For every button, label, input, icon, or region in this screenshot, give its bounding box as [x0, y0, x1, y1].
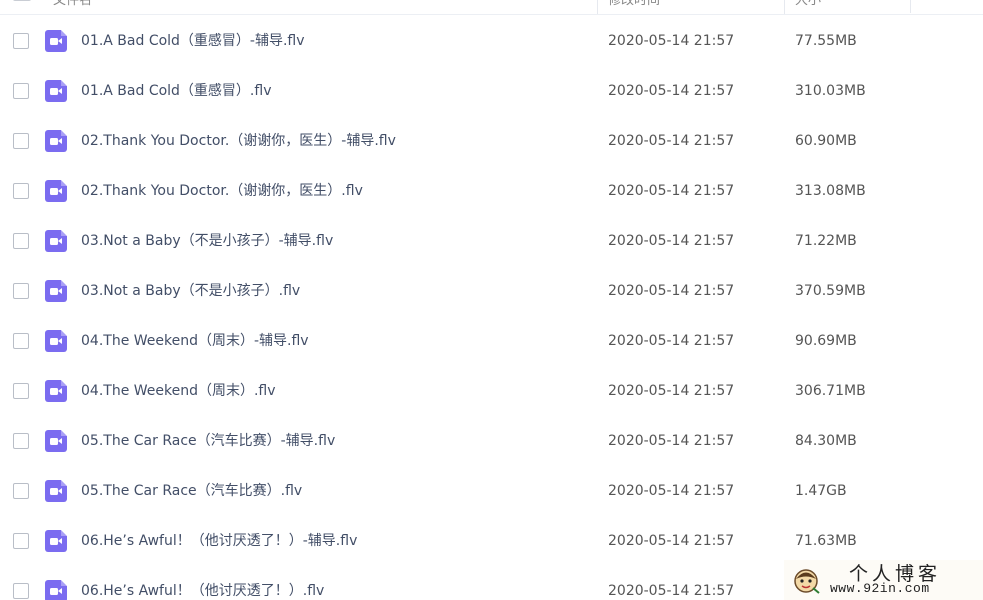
file-modified-date: 2020-05-14 21:57 [608, 533, 735, 549]
file-row[interactable]: 05.The Car Race（汽车比赛）-辅导.flv 2020-05-14 2… [0, 416, 983, 466]
file-name-link[interactable]: 06.He’s Awful！（他讨厌透了！）.flv [81, 581, 324, 600]
column-header: 文件名 修改时间 大小 [0, 0, 983, 15]
column-date-header[interactable]: 修改时间 [608, 0, 660, 14]
file-name-link[interactable]: 05.The Car Race（汽车比赛）-辅导.flv [81, 431, 335, 451]
file-row[interactable]: 04.The Weekend（周末）-辅导.flv 2020-05-14 21:5… [0, 316, 983, 366]
file-size: 370.59MB [795, 283, 866, 299]
file-size: 60.90MB [795, 133, 857, 149]
row-checkbox[interactable] [13, 183, 29, 199]
row-checkbox[interactable] [13, 433, 29, 449]
file-modified-date: 2020-05-14 21:57 [608, 583, 735, 599]
file-row[interactable]: 03.Not a Baby（不是小孩子）.flv 2020-05-14 21:57… [0, 266, 983, 316]
file-name-link[interactable]: 02.Thank You Doctor.（谢谢你，医生）-辅导.flv [81, 131, 396, 151]
video-file-icon[interactable] [45, 280, 67, 302]
column-name-header[interactable]: 文件名 [53, 0, 92, 14]
file-row[interactable]: 03.Not a Baby（不是小孩子）-辅导.flv 2020-05-14 21… [0, 216, 983, 266]
watermark-badge: 个人博客 www.92in.com [784, 560, 983, 600]
video-file-icon[interactable] [45, 330, 67, 352]
row-checkbox[interactable] [13, 483, 29, 499]
file-row[interactable]: 02.Thank You Doctor.（谢谢你，医生）-辅导.flv 2020-… [0, 116, 983, 166]
file-row[interactable]: 02.Thank You Doctor.（谢谢你，医生）.flv 2020-05-… [0, 166, 983, 216]
select-all-checkbox[interactable] [13, 0, 31, 1]
file-size: 1.47GB [795, 483, 847, 499]
file-size: 313.08MB [795, 183, 866, 199]
file-name-link[interactable]: 03.Not a Baby（不是小孩子）-辅导.flv [81, 231, 333, 251]
file-name-link[interactable]: 02.Thank You Doctor.（谢谢你，医生）.flv [81, 181, 363, 201]
column-divider[interactable] [784, 0, 785, 14]
row-checkbox[interactable] [13, 133, 29, 149]
file-row[interactable]: 01.A Bad Cold（重感冒）.flv 2020-05-14 21:57 31… [0, 66, 983, 116]
column-divider[interactable] [597, 0, 598, 14]
file-size: 306.71MB [795, 383, 866, 399]
file-name-link[interactable]: 04.The Weekend（周末）.flv [81, 381, 276, 401]
file-list-page: 文件名 修改时间 大小 01.A Bad Cold（重感冒）-辅导.flv 202… [0, 0, 983, 600]
file-row[interactable]: 04.The Weekend（周末）.flv 2020-05-14 21:57 30… [0, 366, 983, 416]
file-row[interactable]: 06.He’s Awful！（他讨厌透了！）-辅导.flv 2020-05-14 … [0, 516, 983, 566]
file-modified-date: 2020-05-14 21:57 [608, 133, 735, 149]
file-size: 310.03MB [795, 83, 866, 99]
video-file-icon[interactable] [45, 480, 67, 502]
file-modified-date: 2020-05-14 21:57 [608, 383, 735, 399]
row-checkbox[interactable] [13, 233, 29, 249]
file-size: 71.22MB [795, 233, 857, 249]
file-modified-date: 2020-05-14 21:57 [608, 333, 735, 349]
row-checkbox[interactable] [13, 583, 29, 599]
video-file-icon[interactable] [45, 580, 67, 600]
file-size: 90.69MB [795, 333, 857, 349]
mascot-logo-icon [794, 569, 820, 594]
column-size-header[interactable]: 大小 [795, 0, 821, 14]
file-name-link[interactable]: 06.He’s Awful！（他讨厌透了！）-辅导.flv [81, 531, 357, 551]
file-size: 71.63MB [795, 533, 857, 549]
video-file-icon[interactable] [45, 130, 67, 152]
video-file-icon[interactable] [45, 380, 67, 402]
row-checkbox[interactable] [13, 83, 29, 99]
file-list: 01.A Bad Cold（重感冒）-辅导.flv 2020-05-14 21:5… [0, 16, 983, 600]
video-file-icon[interactable] [45, 230, 67, 252]
file-name-link[interactable]: 01.A Bad Cold（重感冒）.flv [81, 81, 271, 101]
row-checkbox[interactable] [13, 333, 29, 349]
row-checkbox[interactable] [13, 533, 29, 549]
row-checkbox[interactable] [13, 33, 29, 49]
watermark-url: www.92in.com [830, 581, 930, 596]
file-size: 84.30MB [795, 433, 857, 449]
file-row[interactable]: 01.A Bad Cold（重感冒）-辅导.flv 2020-05-14 21:5… [0, 16, 983, 66]
file-row[interactable]: 05.The Car Race（汽车比赛）.flv 2020-05-14 21:5… [0, 466, 983, 516]
video-file-icon[interactable] [45, 30, 67, 52]
video-file-icon[interactable] [45, 80, 67, 102]
file-modified-date: 2020-05-14 21:57 [608, 233, 735, 249]
file-size: 77.55MB [795, 33, 857, 49]
file-name-link[interactable]: 01.A Bad Cold（重感冒）-辅导.flv [81, 31, 305, 51]
row-checkbox[interactable] [13, 383, 29, 399]
video-file-icon[interactable] [45, 530, 67, 552]
header-extra-column [910, 0, 983, 13]
file-modified-date: 2020-05-14 21:57 [608, 483, 735, 499]
file-modified-date: 2020-05-14 21:57 [608, 283, 735, 299]
row-checkbox[interactable] [13, 283, 29, 299]
file-modified-date: 2020-05-14 21:57 [608, 183, 735, 199]
file-modified-date: 2020-05-14 21:57 [608, 433, 735, 449]
file-name-link[interactable]: 04.The Weekend（周末）-辅导.flv [81, 331, 309, 351]
file-name-link[interactable]: 05.The Car Race（汽车比赛）.flv [81, 481, 302, 501]
file-name-link[interactable]: 03.Not a Baby（不是小孩子）.flv [81, 281, 300, 301]
video-file-icon[interactable] [45, 430, 67, 452]
video-file-icon[interactable] [45, 180, 67, 202]
file-modified-date: 2020-05-14 21:57 [608, 33, 735, 49]
file-modified-date: 2020-05-14 21:57 [608, 83, 735, 99]
